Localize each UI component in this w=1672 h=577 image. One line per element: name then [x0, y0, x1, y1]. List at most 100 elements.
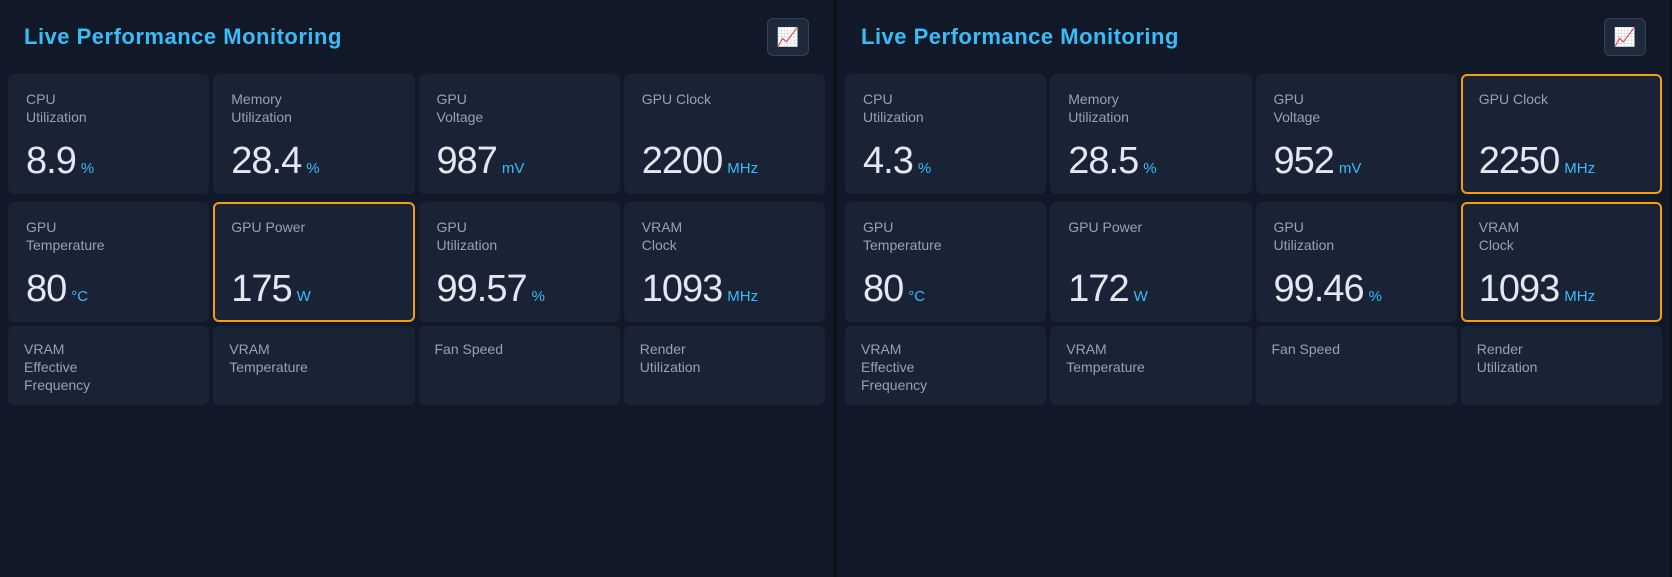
metric-card: GPU Voltage 987mV [419, 74, 620, 194]
metric-label: GPU Utilization [437, 218, 602, 254]
metric-value: 8.9 [26, 142, 76, 180]
metric-label: Memory Utilization [1068, 90, 1233, 126]
metric-unit: W [297, 288, 311, 305]
metric-label: GPU Power [231, 218, 396, 236]
metric-value: 2200 [642, 142, 723, 180]
metric-value: 952 [1274, 142, 1334, 180]
metric-unit: % [532, 288, 545, 305]
metric-value-row: 2250MHz [1479, 142, 1644, 180]
metric-label-partial: Render Utilization [640, 340, 809, 376]
metric-value-row: 175 W [231, 270, 396, 308]
metric-card-bottom: VRAM Effective Frequency [845, 326, 1046, 405]
metric-value-row: 99.57% [437, 270, 602, 308]
panel-left-header: Live Performance Monitoring 📈 [0, 0, 833, 70]
metric-value-row: 1093MHz [1479, 270, 1644, 308]
metric-unit: °C [908, 288, 925, 305]
metric-unit: MHz [727, 160, 758, 177]
metric-card-bottom: VRAM Temperature [1050, 326, 1251, 405]
metric-label: GPU Power [1068, 218, 1233, 236]
panel-right: Live Performance Monitoring 📈 CPU Utiliz… [837, 0, 1672, 577]
metric-unit: % [306, 160, 319, 177]
metric-unit: MHz [1564, 288, 1595, 305]
metric-card: VRAM Clock 1093MHz [624, 202, 825, 322]
metric-value: 175 [231, 270, 291, 308]
metric-card: GPU Clock 2200MHz [624, 74, 825, 194]
metric-label: GPU Temperature [863, 218, 1028, 254]
metric-label-partial: VRAM Temperature [1066, 340, 1235, 376]
metric-card-bottom: VRAM Temperature [213, 326, 414, 405]
metric-value-row: 80°C [26, 270, 191, 308]
panel-left-row3: VRAM Effective Frequency VRAM Temperature… [0, 326, 833, 413]
metric-card: GPU Voltage952mV [1256, 74, 1457, 194]
metric-value-row: 952 mV [1274, 142, 1439, 180]
metric-value: 1093 [642, 270, 723, 308]
metric-unit: % [81, 160, 94, 177]
panel-left-title: Live Performance Monitoring [24, 24, 342, 50]
metric-value-row: 28.5% [1068, 142, 1233, 180]
metric-value-row: 2200MHz [642, 142, 807, 180]
metric-card: Memory Utilization 28.5% [1050, 74, 1251, 194]
metric-label: GPU Voltage [437, 90, 602, 126]
metric-unit: °C [71, 288, 88, 305]
metric-unit: mV [1339, 160, 1362, 177]
metric-card-bottom: Fan Speed [1256, 326, 1457, 405]
metric-label: CPU Utilization [863, 90, 1028, 126]
metric-value: 28.4 [231, 142, 301, 180]
metric-label: VRAM Clock [1479, 218, 1644, 254]
metric-value: 28.5 [1068, 142, 1138, 180]
metric-label: VRAM Clock [642, 218, 807, 254]
metric-value-row: 99.46% [1274, 270, 1439, 308]
metric-value-row: 80 °C [863, 270, 1028, 308]
metric-unit: mV [502, 160, 525, 177]
metric-label-partial: Fan Speed [1272, 340, 1441, 358]
metric-value: 2250 [1479, 142, 1560, 180]
metric-value: 1093 [1479, 270, 1560, 308]
metric-card: GPU Temperature 80°C [8, 202, 209, 322]
metric-card-bottom: VRAM Effective Frequency [8, 326, 209, 405]
metric-card: Memory Utilization 28.4% [213, 74, 414, 194]
metric-label-partial: Render Utilization [1477, 340, 1646, 376]
panel-right-title: Live Performance Monitoring [861, 24, 1179, 50]
metric-value-row: 8.9% [26, 142, 191, 180]
metric-card: GPU Power 172 W [1050, 202, 1251, 322]
metric-label: GPU Utilization [1274, 218, 1439, 254]
metric-unit: MHz [727, 288, 758, 305]
panel-right-header: Live Performance Monitoring 📈 [837, 0, 1670, 70]
metric-unit: % [1369, 288, 1382, 305]
metric-unit: MHz [1564, 160, 1595, 177]
metric-label-partial: VRAM Effective Frequency [24, 340, 193, 395]
metric-unit: W [1134, 288, 1148, 305]
panel-left: Live Performance Monitoring 📈 CPU Utiliz… [0, 0, 835, 577]
panel-left-icon[interactable]: 📈 [767, 18, 809, 56]
metric-value-row: 172 W [1068, 270, 1233, 308]
metric-card: GPU Clock 2250MHz [1461, 74, 1662, 194]
metric-value-row: 1093MHz [642, 270, 807, 308]
metric-label: CPU Utilization [26, 90, 191, 126]
metric-value-row: 987mV [437, 142, 602, 180]
panel-right-row2: GPU Temperature 80 °C GPU Power 172 W GPU Util… [837, 198, 1670, 326]
metric-unit: % [1143, 160, 1156, 177]
metric-label: GPU Clock [1479, 90, 1644, 108]
metric-value: 99.46 [1274, 270, 1364, 308]
metric-card: GPU Utilization 99.57% [419, 202, 620, 322]
metric-label-partial: VRAM Effective Frequency [861, 340, 1030, 395]
metric-card: GPU Power 175 W [213, 202, 414, 322]
metric-card: VRAM Clock 1093MHz [1461, 202, 1662, 322]
metric-card: CPU Utilization 8.9% [8, 74, 209, 194]
panel-right-icon[interactable]: 📈 [1604, 18, 1646, 56]
metric-card-bottom: Fan Speed [419, 326, 620, 405]
metric-value: 99.57 [437, 270, 527, 308]
metric-label: Memory Utilization [231, 90, 396, 126]
metric-card: GPU Temperature 80 °C [845, 202, 1046, 322]
metric-label: GPU Temperature [26, 218, 191, 254]
metric-unit: % [918, 160, 931, 177]
panel-left-row1: CPU Utilization 8.9% Memory Utilization 28.… [0, 70, 833, 198]
metric-value: 80 [863, 270, 903, 308]
metric-value: 172 [1068, 270, 1128, 308]
metric-label-partial: VRAM Temperature [229, 340, 398, 376]
metric-label: GPU Clock [642, 90, 807, 108]
metric-card: CPU Utilization4.3% [845, 74, 1046, 194]
metric-value-row: 28.4% [231, 142, 396, 180]
panel-right-row3: VRAM Effective Frequency VRAM Temperature… [837, 326, 1670, 413]
metric-card-bottom: Render Utilization [1461, 326, 1662, 405]
